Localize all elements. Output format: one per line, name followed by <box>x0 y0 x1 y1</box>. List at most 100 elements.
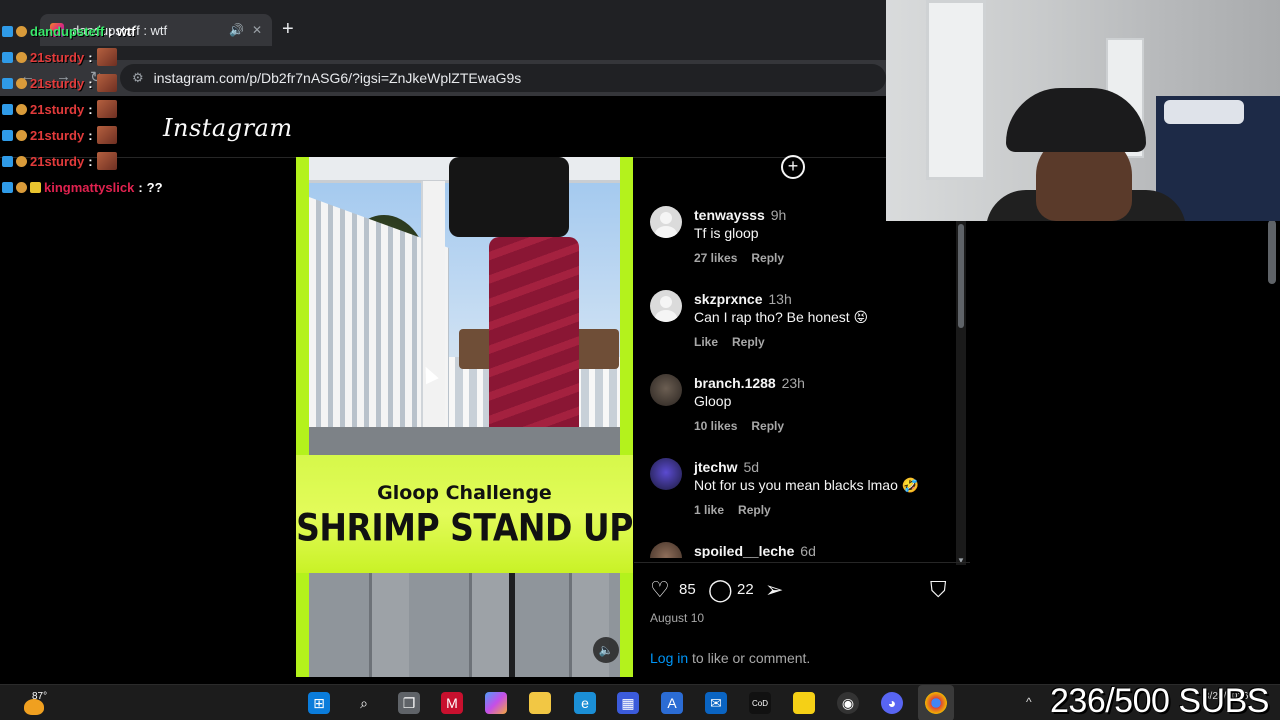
comment-time: 9h <box>770 207 787 223</box>
sound-toggle-icon[interactable]: 🔈 <box>593 637 619 663</box>
comment-time: 23h <box>781 375 805 391</box>
video-frame-bottom <box>309 573 620 677</box>
emote-icon <box>96 152 117 170</box>
comment-time: 5d <box>743 459 760 475</box>
chat-username: 21sturdy <box>30 153 85 169</box>
comment-text: Tf is gloop <box>694 225 759 241</box>
cookie-badge-icon <box>16 129 27 141</box>
avatar[interactable] <box>650 458 682 490</box>
chat-message: 21sturdy : <box>2 44 202 70</box>
badge-icon <box>2 155 13 167</box>
system-tray-chevron-icon[interactable]: ^ <box>1026 695 1032 709</box>
comment-username[interactable]: spoiled__leche <box>694 543 794 558</box>
start-icon[interactable]: ⊞ <box>308 692 330 714</box>
like-button[interactable]: Like <box>694 335 718 349</box>
comment-likes[interactable]: 10 likes <box>694 419 737 433</box>
avatar[interactable] <box>650 290 682 322</box>
comments-scrollbar[interactable]: ▼ <box>956 220 966 565</box>
address-bar[interactable]: ⚙ instagram.com/p/Db2fr7nASG6/?igsi=ZnJk… <box>120 64 886 92</box>
comment-time: 13h <box>768 291 792 307</box>
azure-icon[interactable]: A <box>661 692 683 714</box>
edge-icon[interactable]: e <box>574 692 596 714</box>
like-count: 85 <box>679 581 696 598</box>
cookie-badge-icon <box>16 181 27 193</box>
cookie-badge-icon <box>16 77 27 89</box>
badge-icon <box>2 51 13 63</box>
chat-username: 21sturdy <box>30 49 85 65</box>
reply-button[interactable]: Reply <box>732 335 765 349</box>
sticky-notes-icon[interactable] <box>793 692 815 714</box>
avatar[interactable] <box>650 374 682 406</box>
store-icon[interactable]: ▦ <box>617 692 639 714</box>
post-date: August 10 <box>650 611 705 625</box>
video-caption-line2: SHRIMP STAND UP <box>296 505 633 549</box>
share-icon[interactable]: ➢ <box>765 577 783 603</box>
avatar[interactable] <box>650 206 682 238</box>
login-link[interactable]: Log in <box>650 650 688 666</box>
cookie-badge-icon <box>16 51 27 63</box>
login-prompt: Log in to like or comment. <box>650 650 810 666</box>
badge-icon <box>2 77 13 89</box>
mcafee-icon[interactable]: M <box>441 692 463 714</box>
comment-username[interactable]: branch.1288 <box>694 375 776 391</box>
chat-text: wtf <box>116 23 136 39</box>
page-scrollbar[interactable] <box>1266 220 1278 680</box>
reply-button[interactable]: Reply <box>751 251 784 265</box>
comment-text: Gloop <box>694 393 732 409</box>
comment-likes[interactable]: 27 likes <box>694 251 737 265</box>
comments-scroll-thumb[interactable] <box>958 224 964 328</box>
comment-username[interactable]: jtechw <box>694 459 738 475</box>
chat-message: 21sturdy : <box>2 96 202 122</box>
obs-icon[interactable]: ◉ <box>837 692 859 714</box>
post-actions: ♡ 85 ◯ 22 ➢ ⛉ August 10 Log in to like o… <box>634 562 970 677</box>
call-of-duty-icon[interactable]: CoD <box>749 692 771 714</box>
heart-icon[interactable]: ♡ <box>650 577 670 603</box>
discord-icon[interactable]: ◕ <box>881 692 903 714</box>
url-text: instagram.com/p/Db2fr7nASG6/?igsi=ZnJkeW… <box>153 70 522 86</box>
badge-icon <box>2 181 13 193</box>
screen: dandupsteff : wtf 🔊 ✕ + ← → ↻ ⚙ instagra… <box>0 0 1280 720</box>
avatar[interactable] <box>650 542 682 558</box>
weather-widget[interactable]: 87° <box>22 689 62 717</box>
stream-chat-overlay: dandupsteff : wtf 21sturdy : 21sturdy : … <box>2 18 202 200</box>
comment-username[interactable]: tenwaysss <box>694 207 765 223</box>
chat-username: 21sturdy <box>30 75 85 91</box>
post-media[interactable]: Gloop Challenge SHRIMP STAND UP 🔈 <box>296 157 633 677</box>
task-view-icon[interactable]: ❐ <box>398 692 420 714</box>
badge-icon <box>2 103 13 115</box>
chrome-icon[interactable] <box>925 692 947 714</box>
comment-text: Can I rap tho? Be honest 😝 <box>694 309 869 325</box>
file-explorer-icon[interactable] <box>529 692 551 714</box>
new-tab-icon[interactable]: + <box>282 18 294 41</box>
chat-username: 21sturdy <box>30 101 85 117</box>
badge-icon <box>2 129 13 141</box>
comment-icon[interactable]: ◯ <box>708 577 733 603</box>
add-icon[interactable]: + <box>781 155 805 179</box>
search-icon[interactable]: ⌕ <box>353 692 375 714</box>
outlook-icon[interactable]: ✉ <box>705 692 727 714</box>
reply-button[interactable]: Reply <box>738 503 771 517</box>
cookie-badge-icon <box>16 103 27 115</box>
comment-text: Not for us you mean blacks lmao 🤣 <box>694 477 920 493</box>
subscriber-goal-overlay: 236/500 SUBS <box>1050 682 1269 720</box>
reply-button[interactable]: Reply <box>751 419 784 433</box>
video-frame-top <box>309 157 620 455</box>
badge-icon <box>2 25 13 37</box>
page-scroll-thumb[interactable] <box>1268 220 1276 284</box>
webcam-overlay <box>886 0 1280 221</box>
emote-icon <box>96 74 117 92</box>
chat-username: 21sturdy <box>30 127 85 143</box>
comment-likes[interactable]: 1 like <box>694 503 724 517</box>
copilot-icon[interactable] <box>485 692 507 714</box>
cookie-badge-icon <box>16 25 27 37</box>
bookmark-icon[interactable]: ⛉ <box>930 577 947 603</box>
comment-time: 6d <box>800 543 816 558</box>
close-tab-icon[interactable]: ✕ <box>252 23 262 37</box>
chat-username: dandupsteff <box>30 23 105 39</box>
speaker-icon[interactable]: 🔊 <box>229 23 244 37</box>
login-prompt-text: to like or comment. <box>688 650 811 666</box>
comment-count: 22 <box>737 581 754 598</box>
comment-username[interactable]: skzprxnce <box>694 291 762 307</box>
comments-list: tenwaysss 9h Tf is gloop 27 likes Reply s… <box>634 196 954 558</box>
chat-message: kingmattyslick : ?? <box>2 174 202 200</box>
